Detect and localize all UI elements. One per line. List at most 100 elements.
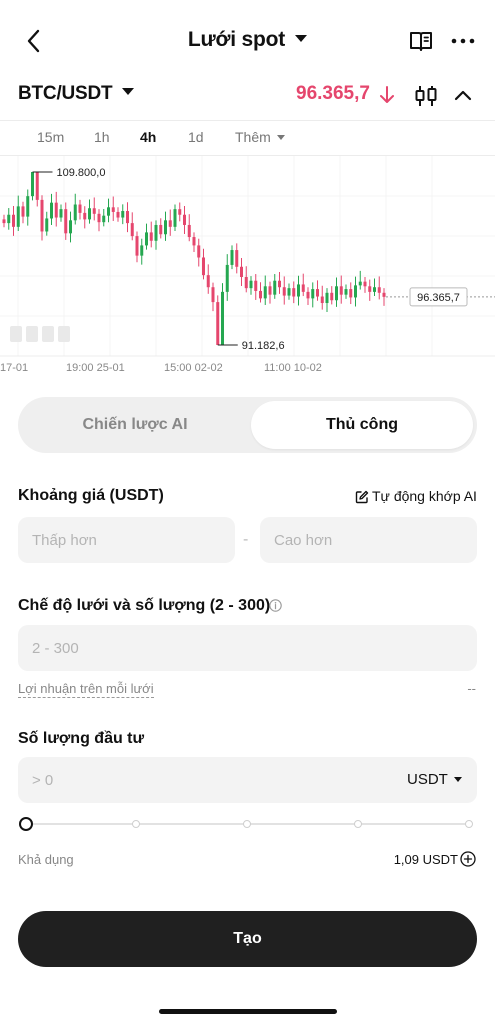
timeframe-more[interactable]: Thêm	[235, 129, 285, 145]
candle-body	[12, 214, 15, 227]
chevron-down-icon	[295, 34, 308, 42]
candle-body	[16, 206, 20, 227]
candle-body	[230, 250, 234, 265]
candle-body	[316, 289, 319, 297]
auto-match-ai-link[interactable]: Tự động khớp AI	[355, 488, 477, 504]
auto-match-ai-label: Tự động khớp AI	[372, 488, 477, 504]
more-icon[interactable]	[450, 28, 476, 54]
info-icon[interactable]	[269, 599, 282, 612]
candle-body	[344, 289, 348, 295]
okx-watermark-block	[58, 326, 70, 342]
slider-thumb[interactable]	[19, 817, 33, 831]
arrow-down-icon	[378, 84, 396, 106]
range-separator: -	[243, 531, 249, 548]
lower-price-field[interactable]	[18, 517, 235, 563]
price-chart[interactable]: 109.800,0 91.182,6 96.365,7 17-01 19:00 25-…	[0, 156, 495, 376]
candle-body	[259, 290, 262, 299]
candle-body	[102, 215, 106, 223]
create-button[interactable]: Tạo	[18, 911, 477, 967]
slider-step[interactable]	[243, 820, 251, 828]
slider-step[interactable]	[465, 820, 473, 828]
candle-body	[88, 208, 91, 220]
edit-icon	[355, 490, 369, 504]
candle-body	[358, 281, 362, 286]
candle-body	[97, 213, 101, 223]
timeframe-15m[interactable]: 15m	[37, 129, 64, 145]
candle-body	[349, 289, 353, 298]
candle-body	[183, 214, 186, 225]
upper-price-field[interactable]	[260, 517, 477, 563]
candle-body	[225, 264, 229, 292]
upper-price-input[interactable]	[260, 517, 477, 563]
candle-body	[164, 220, 167, 235]
candle-body	[130, 223, 134, 237]
candle-body	[273, 280, 277, 295]
profit-per-grid-label[interactable]: Lợi nhuận trên mỗi lưới	[18, 681, 154, 698]
home-indicator	[159, 1009, 337, 1014]
candle-body	[2, 219, 6, 224]
candle-body	[320, 296, 324, 304]
candle-body	[330, 292, 334, 301]
price-range-label: Khoảng giá (USDT)	[18, 487, 164, 504]
timeframe-1h[interactable]: 1h	[94, 129, 110, 145]
candle-body	[54, 202, 58, 218]
tab-manual[interactable]: Thủ công	[251, 401, 473, 449]
unit-label: USDT	[407, 771, 448, 788]
candle-body	[121, 211, 125, 218]
pair-name: BTC/USDT	[18, 83, 113, 104]
timeframe-4h[interactable]: 4h	[140, 129, 156, 145]
candle-body	[211, 287, 215, 303]
x-tick-label: 15:00 02-02	[164, 362, 223, 374]
candle-body	[339, 286, 343, 295]
slider-step[interactable]	[132, 820, 140, 828]
candle-body	[145, 232, 148, 246]
candle-body	[354, 285, 357, 298]
candlestick-icon[interactable]	[414, 84, 438, 108]
candle-body	[173, 209, 177, 227]
candle-body	[7, 214, 11, 224]
candle-body	[335, 286, 338, 301]
candle-body	[216, 302, 220, 345]
candle-body	[202, 257, 205, 276]
candle-body	[107, 207, 110, 216]
grid-count-input[interactable]	[18, 625, 477, 671]
x-tick-label: 11:00 10-02	[264, 362, 322, 374]
tab-ai-strategy[interactable]: Chiến lược AI	[24, 401, 246, 449]
chevron-up-icon[interactable]	[452, 85, 474, 107]
candle-body	[363, 281, 367, 287]
candle-body	[235, 250, 239, 267]
slider-step[interactable]	[354, 820, 362, 828]
candle-body	[116, 211, 120, 218]
candle-body	[78, 204, 82, 213]
unit-selector[interactable]: USDT	[407, 771, 462, 788]
candle-body	[268, 286, 272, 295]
candle-body	[368, 286, 372, 292]
timeframe-more-label: Thêm	[235, 129, 271, 145]
plus-circle-icon[interactable]	[460, 851, 476, 867]
book-icon[interactable]	[408, 28, 434, 54]
profit-per-grid-value: --	[467, 681, 476, 696]
candle-body	[282, 287, 286, 296]
grid-count-field[interactable]	[18, 625, 477, 671]
last-price: 96.365,7	[296, 83, 370, 104]
low-price-label: 91.182,6	[242, 340, 285, 352]
okx-watermark	[10, 326, 70, 342]
okx-watermark-block	[26, 326, 38, 342]
page-title-text: Lưới spot	[187, 28, 286, 51]
candle-body	[263, 286, 267, 299]
candle-body	[159, 224, 163, 235]
grid-count-label: Chế độ lưới và số lượng (2 - 300)	[18, 597, 271, 614]
candle-body	[168, 220, 172, 227]
candle-body	[40, 199, 44, 232]
lower-price-input[interactable]	[18, 517, 235, 563]
candle-body	[377, 287, 381, 293]
pair-selector[interactable]: BTC/USDT	[18, 83, 135, 105]
amount-slider[interactable]	[18, 814, 478, 834]
candle-body	[135, 236, 139, 256]
candle-body	[206, 275, 210, 288]
candle-body	[83, 212, 87, 220]
candle-body	[221, 291, 224, 345]
candle-body	[50, 202, 53, 219]
candle-body	[59, 209, 63, 218]
timeframe-1d[interactable]: 1d	[188, 129, 204, 145]
